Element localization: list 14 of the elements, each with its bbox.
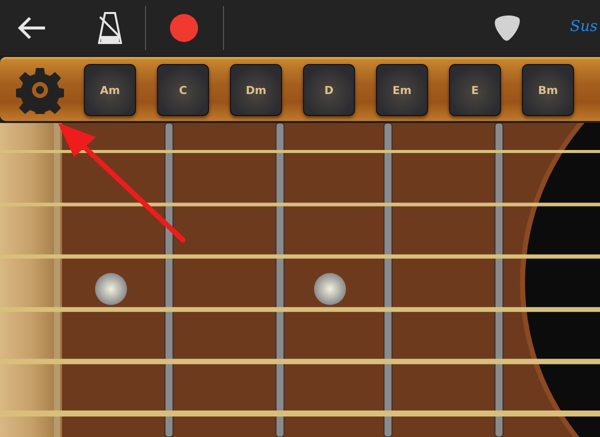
back-arrow-icon [17,16,47,40]
chord-button[interactable]: Bm [522,64,574,116]
chord-button[interactable]: D [303,64,355,116]
guitar-pick-icon [493,14,521,42]
settings-icon [16,66,64,114]
chord-button[interactable]: E [449,64,501,116]
chord-button[interactable]: Em [376,64,428,116]
chord-button[interactable]: Am [84,64,136,116]
pick-button[interactable] [492,12,522,42]
chord-button[interactable]: C [157,64,209,116]
mode-label[interactable]: Sus [570,17,598,35]
record-button[interactable] [170,14,198,42]
chord-button[interactable]: Dm [230,64,282,116]
metronome-icon [98,10,122,44]
